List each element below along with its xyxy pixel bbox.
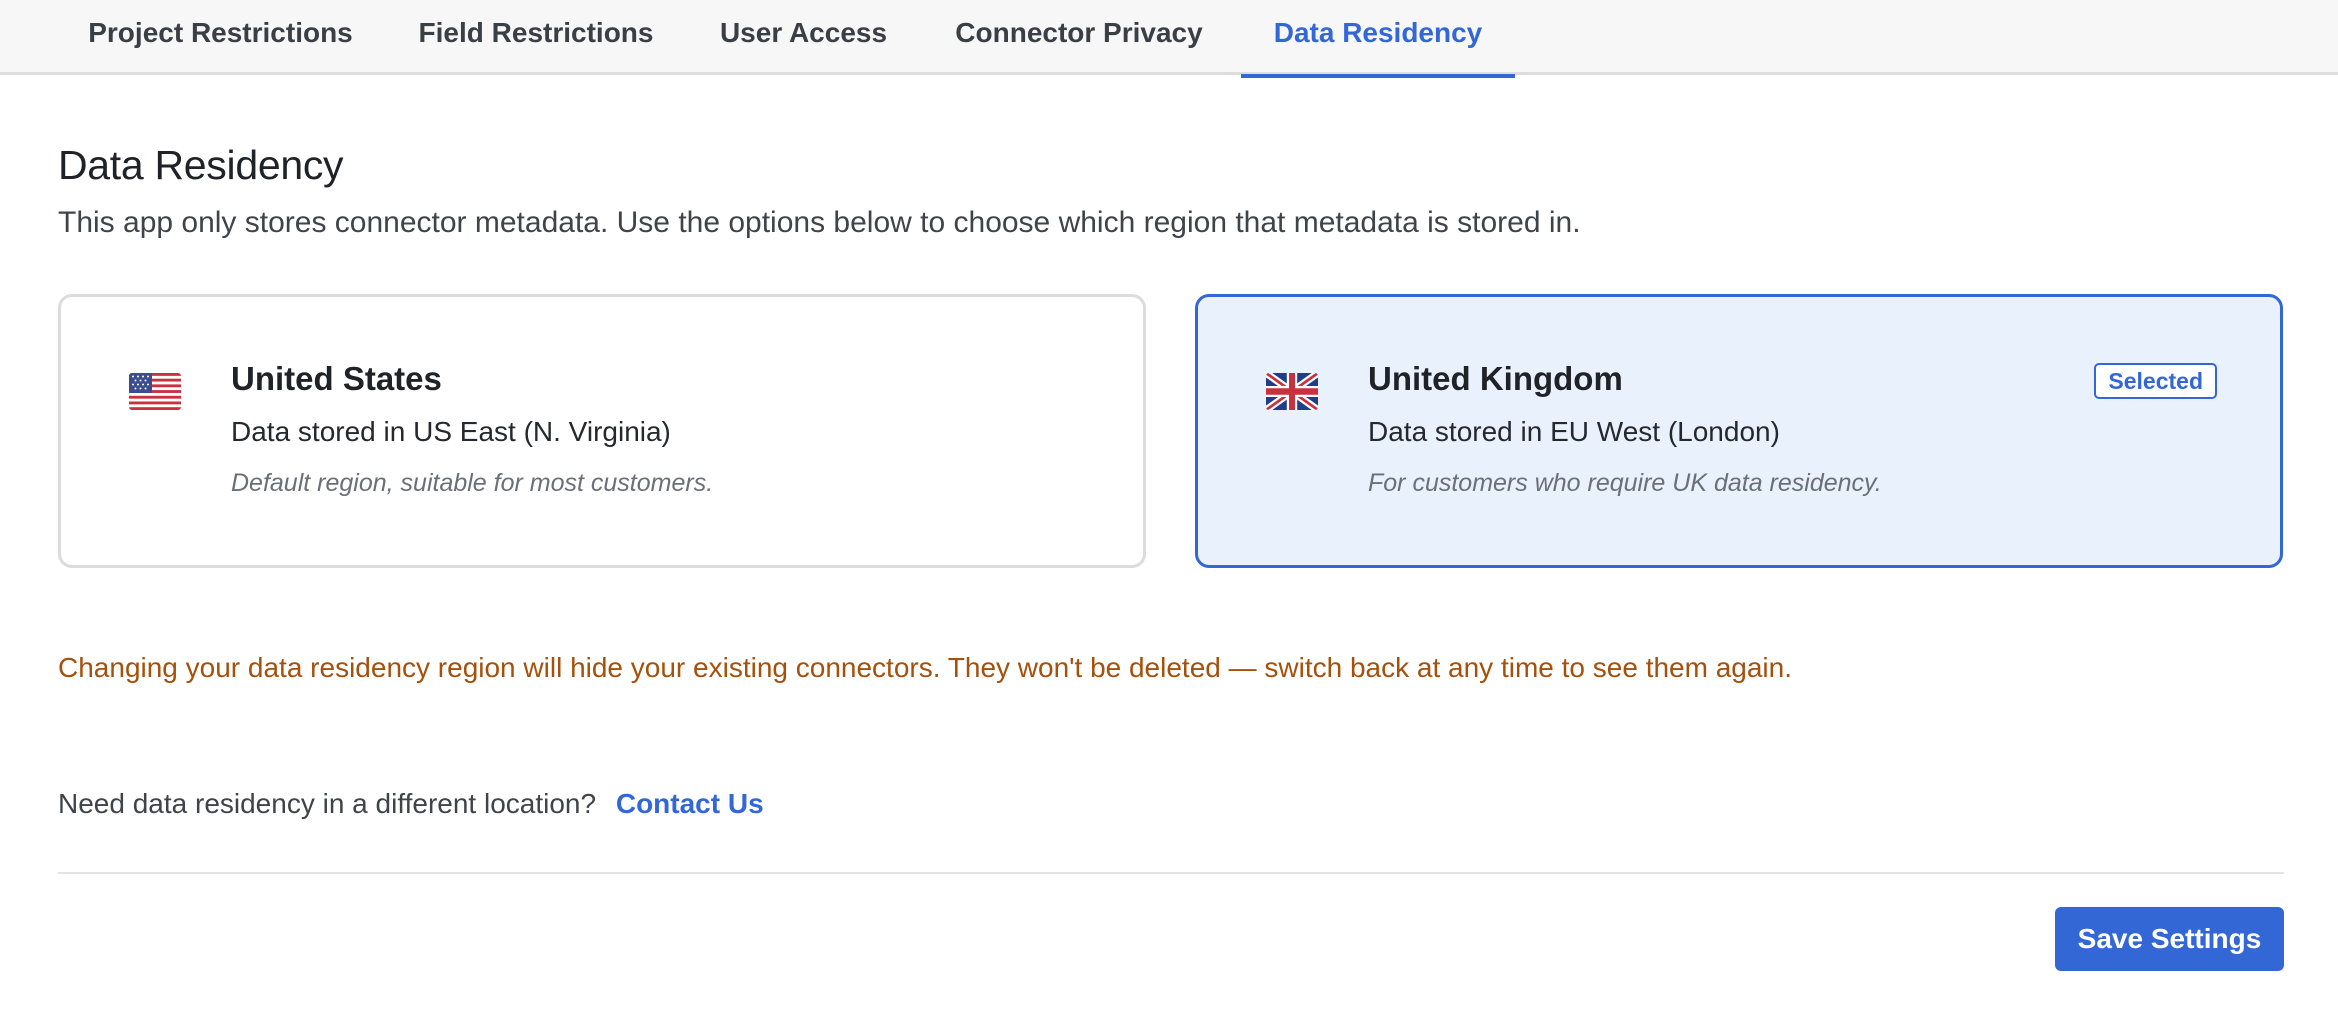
region-title: United Kingdom: [1368, 360, 1623, 397]
contact-row: Need data residency in a different locat…: [58, 788, 764, 820]
tab-connector-privacy[interactable]: Connector Privacy: [938, 0, 1220, 75]
region-card-united-kingdom[interactable]: United Kingdom Data stored in EU West (L…: [1195, 294, 2283, 568]
region-card-united-states[interactable]: United States Data stored in US East (N.…: [58, 294, 1146, 568]
tab-bar: Project Restrictions Field Restrictions …: [0, 0, 2338, 78]
contact-us-link[interactable]: Contact Us: [616, 788, 764, 819]
region-title: United States: [231, 360, 442, 397]
contact-prompt: Need data residency in a different locat…: [58, 788, 597, 819]
tab-data-residency[interactable]: Data Residency: [1241, 0, 1515, 78]
region-location: Data stored in EU West (London): [1368, 416, 1780, 447]
uk-flag-icon: [1266, 373, 1318, 410]
divider: [58, 872, 2284, 874]
region-note: For customers who require UK data reside…: [1368, 469, 1882, 497]
page-description: This app only stores connector metadata.…: [58, 206, 1581, 239]
tab-project-restrictions[interactable]: Project Restrictions: [58, 0, 383, 75]
warning-message: Changing your data residency region will…: [58, 652, 1793, 683]
region-location: Data stored in US East (N. Virginia): [231, 416, 671, 447]
us-flag-icon: [129, 373, 181, 410]
tab-user-access[interactable]: User Access: [700, 0, 907, 75]
selected-badge: Selected: [2094, 363, 2217, 399]
page-title: Data Residency: [58, 142, 344, 188]
tab-field-restrictions[interactable]: Field Restrictions: [401, 0, 671, 75]
region-note: Default region, suitable for most custom…: [231, 469, 714, 497]
save-settings-button[interactable]: Save Settings: [2055, 907, 2284, 971]
